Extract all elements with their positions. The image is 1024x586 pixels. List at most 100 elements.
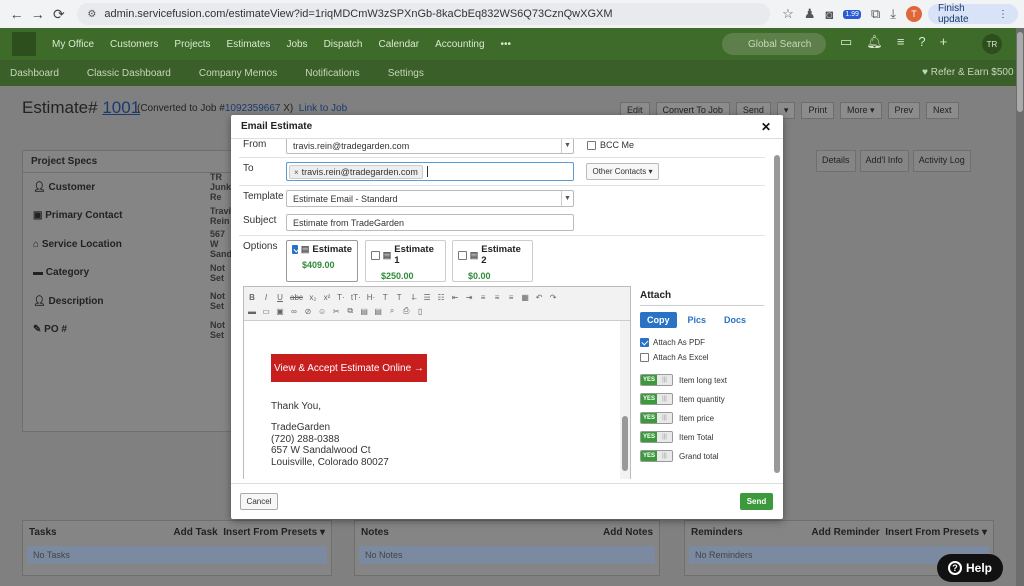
toggle-switch[interactable]: YES |||	[640, 412, 673, 424]
bookmark-star-icon[interactable]: ☆	[782, 6, 794, 22]
add-notes-button[interactable]: Add Notes	[603, 527, 653, 538]
view-accept-estimate-button[interactable]: View & Accept Estimate Online →	[271, 354, 427, 382]
bold-icon[interactable]: B	[248, 293, 256, 302]
font-icon[interactable]: T·	[337, 293, 345, 302]
nav-customers[interactable]: Customers	[110, 39, 158, 50]
italic-icon[interactable]: I	[262, 293, 270, 302]
bcc-me-checkbox[interactable]: BCC Me	[587, 140, 634, 150]
spec-value[interactable]: TR Junk Re	[210, 172, 231, 202]
address-bar[interactable]: ⚙ admin.servicefusion.com/estimateView?i…	[77, 3, 771, 25]
nav-accounting[interactable]: Accounting	[435, 39, 484, 50]
app-logo[interactable]	[12, 32, 36, 56]
subnav-settings[interactable]: Settings	[388, 68, 424, 79]
paste-text-icon[interactable]: ▤	[374, 307, 382, 316]
option-estimate[interactable]: ▤ Estimate $409.00	[286, 240, 358, 282]
heading-icon[interactable]: H·	[367, 293, 375, 302]
editor-scrollbar-thumb[interactable]	[622, 416, 628, 471]
nav-jobs[interactable]: Jobs	[286, 39, 307, 50]
user-avatar[interactable]: TR	[982, 34, 1002, 54]
page-scrollbar[interactable]	[1016, 28, 1024, 586]
chat-icon[interactable]: ▭	[840, 34, 852, 50]
refer-link[interactable]: ♥ Refer & Earn $500	[922, 67, 1014, 78]
cancel-button[interactable]: Cancel	[240, 493, 278, 510]
highlight-icon[interactable]: T	[395, 293, 403, 302]
attach-excel-checkbox[interactable]: Attach As Excel	[640, 353, 764, 362]
editor-scrollbar[interactable]	[620, 321, 630, 479]
download-icon[interactable]: ⤓	[890, 6, 896, 22]
site-info-icon[interactable]: ⚙	[87, 9, 96, 20]
editor-content[interactable]: View & Accept Estimate Online → Thank Yo…	[244, 321, 620, 479]
numbered-list-icon[interactable]: ☷	[437, 293, 445, 302]
filter-icon[interactable]: ≡	[897, 34, 905, 50]
option-checkbox[interactable]	[371, 250, 380, 260]
pdf-checkbox-box[interactable]	[640, 338, 649, 347]
subnav-dashboard[interactable]: Dashboard	[10, 68, 59, 79]
spec-value[interactable]: 567 W Sand	[210, 229, 232, 259]
camera-icon[interactable]: ◙	[825, 7, 833, 22]
tasks-insert-presets[interactable]: Insert From Presets ▾	[223, 527, 325, 538]
subscript-icon[interactable]: x₂	[309, 293, 317, 302]
align-center-icon[interactable]: ≡	[493, 293, 501, 302]
outdent-icon[interactable]: ⇤	[451, 293, 459, 302]
other-contacts-button[interactable]: Other Contacts ▾	[586, 163, 659, 180]
unlink-icon[interactable]: ⊘	[304, 307, 312, 316]
tab-addl-info[interactable]: Add'l Info	[859, 150, 909, 172]
modal-scrollbar-thumb[interactable]	[774, 155, 780, 473]
estimate-number-link[interactable]: 1001	[102, 98, 140, 117]
tab-copy[interactable]: Copy	[640, 312, 677, 328]
bcc-checkbox-box[interactable]	[587, 140, 596, 150]
align-right-icon[interactable]: ≡	[507, 293, 515, 302]
page-scrollbar-thumb[interactable]	[1017, 32, 1023, 112]
cut-icon[interactable]: ✂	[332, 307, 340, 316]
toggle-switch[interactable]: YES |||	[640, 374, 673, 386]
prev-button[interactable]: Prev	[887, 102, 921, 119]
strikethrough-icon[interactable]: abc	[290, 293, 303, 302]
print-icon[interactable]: ⎙	[402, 306, 410, 316]
option-estimate-1[interactable]: ▤ Estimate 1 $250.00	[365, 240, 446, 282]
redo-icon[interactable]: ↷	[549, 293, 557, 302]
add-reminder-button[interactable]: Add Reminder	[811, 527, 879, 538]
font-size-icon[interactable]: tT·	[351, 293, 361, 302]
option-checkbox[interactable]	[458, 250, 467, 260]
puzzle-icon[interactable]: ⧉	[871, 6, 880, 22]
next-button[interactable]: Next	[926, 102, 959, 119]
nav-estimates[interactable]: Estimates	[227, 39, 271, 50]
tab-pics[interactable]: Pics	[681, 312, 714, 328]
toggle-switch[interactable]: YES |||	[640, 393, 673, 405]
extension-badge-icon[interactable]: 1.99	[843, 9, 861, 19]
toggle-switch[interactable]: YES |||	[640, 450, 673, 462]
reminders-insert-presets[interactable]: Insert From Presets ▾	[885, 527, 987, 538]
option-checkbox[interactable]	[292, 245, 298, 254]
option-estimate-2[interactable]: ▤ Estimate 2 $0.00	[452, 240, 533, 282]
help-button[interactable]: ? Help	[937, 554, 1003, 582]
indent-icon[interactable]: ⇥	[465, 293, 473, 302]
attach-pdf-checkbox[interactable]: Attach As PDF	[640, 338, 764, 347]
email-body-editor[interactable]: B I U abc x₂ x² T· tT· H· T T I̶ ☰ ☷ ⇤ ⇥	[243, 286, 631, 479]
text-color-icon[interactable]: T	[381, 293, 389, 302]
table-icon[interactable]: ▭	[262, 307, 270, 316]
plus-icon[interactable]: +	[940, 34, 948, 50]
subject-input[interactable]: Estimate from TradeGarden	[286, 214, 574, 231]
image-icon[interactable]: ▣	[276, 307, 284, 316]
back-icon[interactable]: ←	[6, 3, 27, 25]
forward-icon[interactable]: →	[27, 3, 48, 25]
subnav-notifications[interactable]: Notifications	[305, 68, 359, 79]
nav-dispatch[interactable]: Dispatch	[324, 39, 363, 50]
help-circle-icon[interactable]: ?	[918, 34, 925, 50]
tab-activity-log[interactable]: Activity Log	[912, 150, 971, 172]
link-to-job[interactable]: Link to Job	[299, 103, 347, 114]
superscript-icon[interactable]: x²	[323, 293, 331, 302]
reload-icon[interactable]: ⟳	[48, 3, 69, 25]
modal-scrollbar[interactable]	[773, 139, 781, 479]
excel-checkbox-box[interactable]	[640, 353, 649, 362]
tab-docs[interactable]: Docs	[717, 312, 753, 328]
nav-projects[interactable]: Projects	[174, 39, 210, 50]
global-search-input[interactable]: Global Search	[722, 33, 826, 55]
more-button[interactable]: More ▾	[839, 102, 882, 119]
bullet-list-icon[interactable]: ☰	[423, 293, 431, 302]
profile-avatar[interactable]: T	[906, 6, 922, 22]
template-select[interactable]: Estimate Email - Standard ▼	[286, 190, 574, 207]
bell-icon[interactable]: 🔔︎	[866, 34, 883, 50]
from-select[interactable]: travis.rein@tradegarden.com ▼	[286, 139, 574, 154]
nav-calendar[interactable]: Calendar	[378, 39, 419, 50]
